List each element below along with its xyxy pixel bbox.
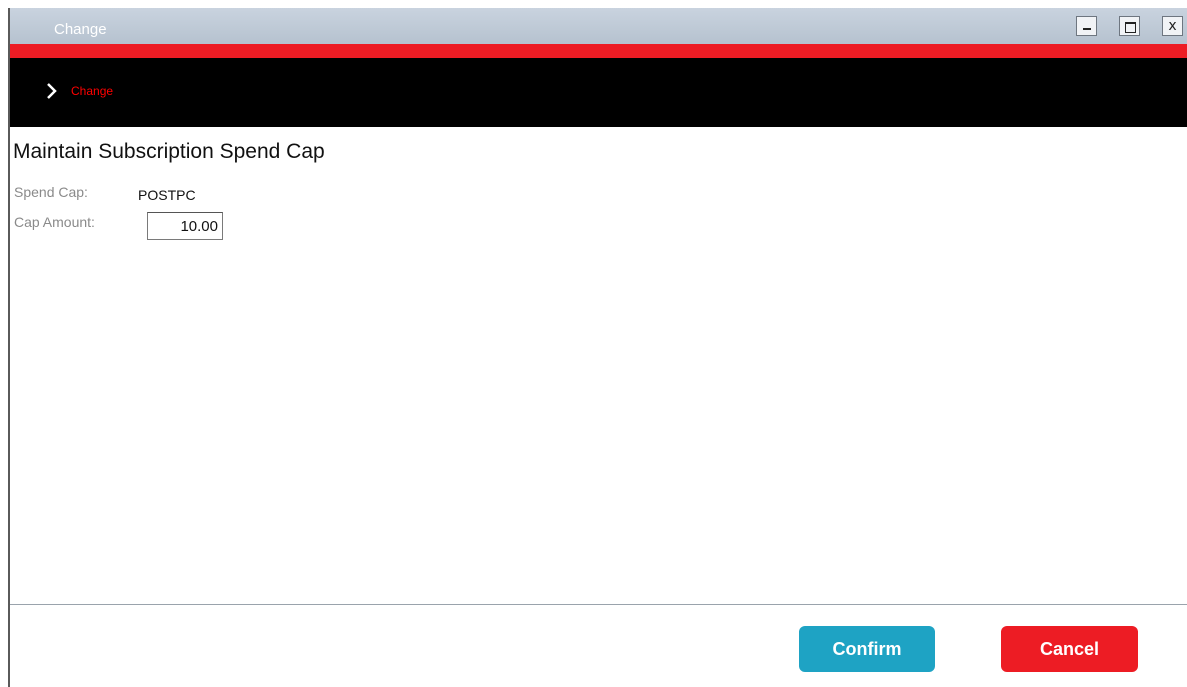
close-icon: x — [1168, 18, 1177, 34]
window-title: Change — [54, 21, 107, 38]
title-bar[interactable]: Change x — [10, 8, 1187, 44]
minimize-icon — [1077, 17, 1096, 35]
maximize-button[interactable] — [1119, 16, 1140, 36]
close-button[interactable]: x — [1162, 16, 1183, 36]
form-panel: Maintain Subscription Spend Cap Spend Ca… — [10, 127, 1187, 605]
spend-cap-label: Spend Cap: — [14, 184, 88, 200]
spend-cap-value: POSTPC — [138, 187, 196, 203]
breadcrumb-item-change[interactable]: Change — [71, 84, 113, 98]
cancel-button[interactable]: Cancel — [1001, 626, 1138, 672]
red-accent-band — [10, 44, 1187, 58]
breadcrumb: Change — [10, 58, 1187, 127]
confirm-button[interactable]: Confirm — [799, 626, 935, 672]
dialog-window: Change x Change Maintain Subscription Sp… — [8, 8, 1187, 687]
cap-amount-label: Cap Amount: — [14, 214, 95, 230]
maximize-icon — [1120, 17, 1139, 35]
chevron-right-icon — [45, 81, 59, 101]
cap-amount-input[interactable] — [147, 212, 223, 240]
page-title: Maintain Subscription Spend Cap — [13, 140, 325, 163]
minimize-button[interactable] — [1076, 16, 1097, 36]
